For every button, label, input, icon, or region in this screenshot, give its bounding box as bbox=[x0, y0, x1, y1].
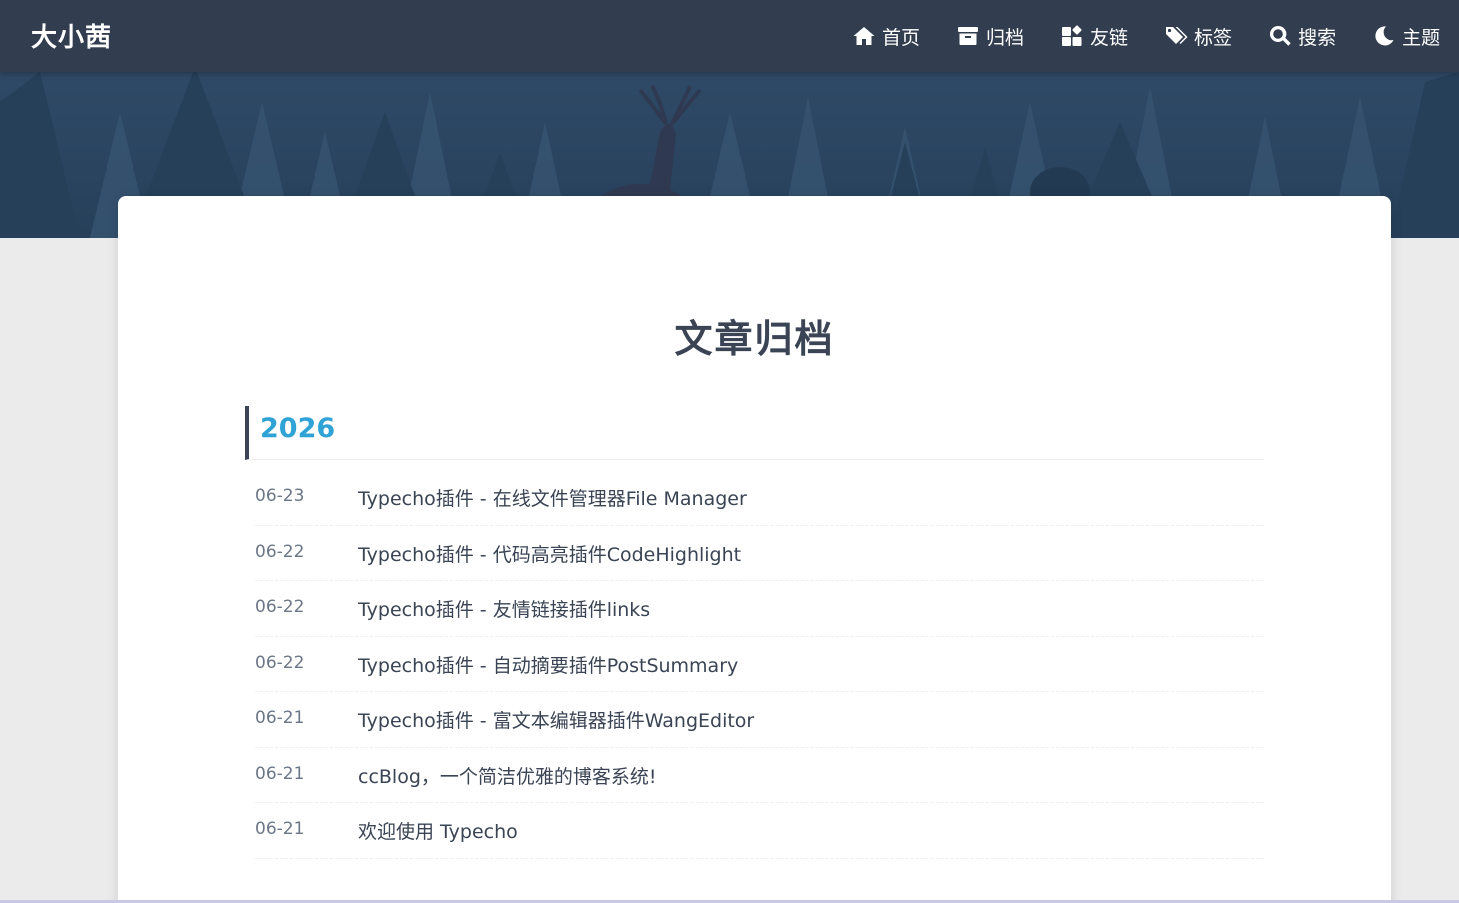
post-list: 06-23 Typecho插件 - 在线文件管理器File Manager 06… bbox=[255, 470, 1264, 859]
archive-card: 文章归档 2026 06-23 Typecho插件 - 在线文件管理器File … bbox=[118, 196, 1391, 903]
post-date: 06-21 bbox=[255, 819, 305, 839]
site-brand[interactable]: 大小茜 bbox=[31, 17, 112, 54]
top-navbar: 大小茜 首页 归档 友链 标签 搜索 主题 bbox=[0, 0, 1459, 72]
moon-icon bbox=[1375, 26, 1394, 46]
list-item[interactable]: 06-21 Typecho插件 - 富文本编辑器插件WangEditor bbox=[255, 692, 1264, 748]
list-item[interactable]: 06-22 Typecho插件 - 代码高亮插件CodeHighlight bbox=[255, 526, 1264, 581]
nav-item-archive[interactable]: 归档 bbox=[956, 23, 1024, 50]
list-item[interactable]: 06-21 ccBlog，一个简洁优雅的博客系统! bbox=[255, 748, 1264, 803]
post-date: 06-21 bbox=[255, 708, 305, 728]
nav-item-links[interactable]: 友链 bbox=[1060, 23, 1128, 50]
post-title-link[interactable]: Typecho插件 - 代码高亮插件CodeHighlight bbox=[358, 540, 741, 567]
post-title-link[interactable]: Typecho插件 - 富文本编辑器插件WangEditor bbox=[358, 706, 754, 733]
search-icon bbox=[1270, 25, 1291, 46]
nav-item-theme[interactable]: 主题 bbox=[1372, 23, 1440, 50]
post-date: 06-21 bbox=[255, 763, 305, 784]
list-item[interactable]: 06-22 Typecho插件 - 自动摘要插件PostSummary bbox=[255, 637, 1264, 692]
post-date: 06-23 bbox=[255, 486, 305, 506]
list-item[interactable]: 06-22 Typecho插件 - 友情链接插件links bbox=[255, 581, 1264, 637]
nav-item-tags[interactable]: 标签 bbox=[1164, 23, 1232, 50]
post-title-link[interactable]: 欢迎使用 Typecho bbox=[358, 817, 518, 844]
post-date: 06-22 bbox=[255, 597, 305, 617]
year-heading: 2026 bbox=[245, 406, 1264, 460]
nav-item-label: 首页 bbox=[882, 26, 921, 49]
nav-item-home[interactable]: 首页 bbox=[852, 23, 920, 50]
post-date: 06-22 bbox=[255, 652, 305, 673]
nav-item-label: 主题 bbox=[1402, 26, 1441, 49]
list-item[interactable]: 06-21 欢迎使用 Typecho bbox=[255, 803, 1264, 859]
widgets-icon bbox=[1062, 25, 1082, 46]
list-item[interactable]: 06-23 Typecho插件 - 在线文件管理器File Manager bbox=[255, 470, 1264, 526]
year-label: 2026 bbox=[260, 413, 336, 444]
nav-item-label: 友链 bbox=[1090, 26, 1129, 49]
post-title-link[interactable]: ccBlog，一个简洁优雅的博客系统! bbox=[358, 762, 657, 789]
nav-item-label: 搜索 bbox=[1298, 26, 1337, 49]
post-title-link[interactable]: Typecho插件 - 友情链接插件links bbox=[358, 595, 650, 622]
tags-icon bbox=[1166, 27, 1188, 44]
nav-item-label: 归档 bbox=[986, 26, 1025, 49]
nav-item-search[interactable]: 搜索 bbox=[1268, 23, 1336, 50]
home-icon bbox=[853, 27, 875, 45]
nav-item-label: 标签 bbox=[1194, 26, 1233, 49]
archive-icon bbox=[958, 27, 979, 45]
post-date: 06-22 bbox=[255, 541, 305, 562]
post-title-link[interactable]: Typecho插件 - 自动摘要插件PostSummary bbox=[358, 651, 738, 678]
main-nav: 首页 归档 友链 标签 搜索 主题 bbox=[852, 0, 1440, 72]
page-title: 文章归档 bbox=[674, 317, 835, 361]
post-title-link[interactable]: Typecho插件 - 在线文件管理器File Manager bbox=[358, 484, 747, 511]
